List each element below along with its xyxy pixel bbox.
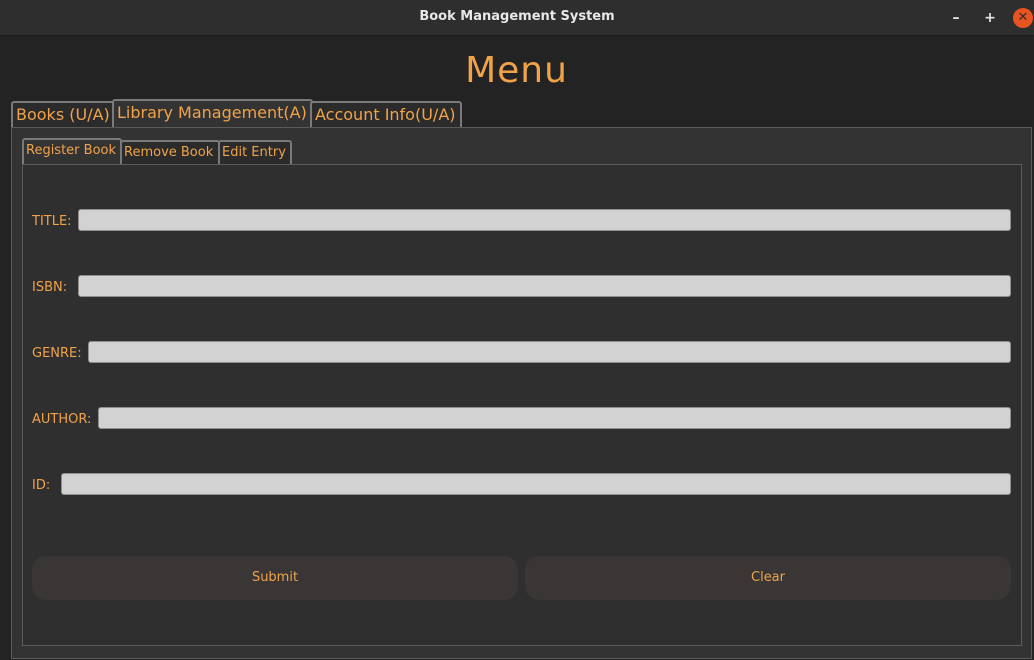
window-title: Book Management System (419, 9, 615, 24)
title-bar: Book Management System – + ✕ (0, 0, 1034, 36)
maximize-button[interactable]: + (980, 8, 1000, 28)
isbn-label: ISBN: (32, 280, 68, 295)
id-label: ID: (32, 478, 51, 493)
genre-field[interactable] (88, 341, 1011, 363)
window-body: Menu Books (U/A) Library Management(A) A… (1, 36, 1032, 659)
id-field[interactable] (61, 473, 1011, 495)
clear-button[interactable]: Clear (525, 556, 1011, 600)
isbn-field[interactable] (78, 275, 1011, 297)
tab-library-management[interactable]: Library Management(A) (112, 99, 313, 128)
author-label: AUTHOR: (32, 412, 92, 427)
subtab-remove-book[interactable]: Remove Book (120, 140, 220, 164)
author-field[interactable] (98, 407, 1011, 429)
minimize-button[interactable]: – (946, 8, 966, 28)
subtab-register-book[interactable]: Register Book (22, 138, 122, 165)
close-icon: ✕ (1017, 10, 1029, 25)
title-label: TITLE: (32, 214, 72, 229)
genre-label: GENRE: (32, 346, 82, 361)
page-title: Menu (465, 50, 568, 91)
tab-books[interactable]: Books (U/A) (11, 101, 119, 127)
title-field[interactable] (78, 209, 1011, 231)
close-button[interactable]: ✕ (1013, 8, 1033, 28)
tab-account-info[interactable]: Account Info(U/A) (310, 101, 462, 127)
submit-button[interactable]: Submit (32, 556, 518, 600)
subtab-edit-entry[interactable]: Edit Entry (218, 140, 292, 164)
